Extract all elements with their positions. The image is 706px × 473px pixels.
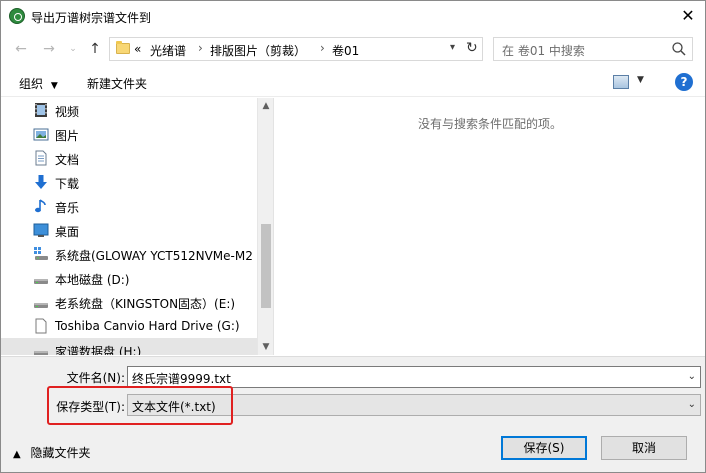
nav-item-documents[interactable]: 文档 [1,146,257,170]
drive-icon [34,303,48,308]
breadcrumb-item[interactable]: 排版图片（剪裁） [210,42,306,59]
nav-item-label: Toshiba Canvio Hard Drive (G:) [55,319,240,333]
chevron-down-icon: ▼ [50,81,58,91]
search-icon[interactable] [670,40,688,58]
address-history-chevron-icon[interactable]: ▾ [450,42,455,53]
save-dialog: 导出万谱树宗谱文件到 ✕ ← → ⌄ ↑ « 光绪谱 › 排版图片（剪裁） › … [0,0,706,473]
video-icon [35,103,47,117]
pictures-icon [33,128,49,141]
close-icon[interactable]: ✕ [673,4,703,28]
file-icon [35,318,47,334]
breadcrumb-overflow[interactable]: « [134,42,141,56]
scroll-up-icon[interactable]: ▲ [258,98,274,114]
title-bar: 导出万谱树宗谱文件到 ✕ [1,1,705,31]
filename-input[interactable]: 终氏宗谱9999.txt ⌄ [127,366,701,388]
address-bar[interactable]: « 光绪谱 › 排版图片（剪裁） › 卷01 ▾ ↻ [109,37,483,61]
filetype-dropdown-chevron-icon[interactable]: ⌄ [688,399,696,410]
nav-item-label: 本地磁盘 (D:) [55,273,130,287]
nav-item-label: 下载 [55,177,80,191]
new-folder-button[interactable]: 新建文件夹 [87,75,147,92]
command-toolbar: 组织 ▼ 新建文件夹 [1,69,705,97]
folder-icon [116,41,130,54]
nav-item-drive-g[interactable]: Toshiba Canvio Hard Drive (G:) [1,314,257,338]
nav-item-label: 老系统盘（KINGSTON固态）(E:) [55,297,236,311]
view-options-icon[interactable] [613,75,629,89]
nav-item-system-drive[interactable]: 系统盘(GLOWAY YCT512NVMe-M2 [1,242,257,266]
nav-item-pictures[interactable]: 图片 [1,122,257,146]
scroll-down-icon[interactable]: ▼ [258,339,274,355]
nav-item-drive-e[interactable]: 老系统盘（KINGSTON固态）(E:) [1,290,257,314]
drive-icon [34,351,48,355]
nav-item-label: 音乐 [55,201,80,215]
nav-item-videos[interactable]: 视频 [1,98,257,122]
nav-item-music[interactable]: 音乐 [1,194,257,218]
forward-arrow-icon[interactable]: → [39,39,59,59]
system-drive-icon [34,247,48,260]
desktop-icon [33,223,49,237]
breadcrumb-separator-icon[interactable]: › [198,41,203,55]
navigation-scrollbar[interactable]: ▲ ▼ [257,98,273,355]
scrollbar-thumb[interactable] [261,224,271,308]
search-placeholder: 在 卷01 中搜索 [502,44,585,58]
nav-item-label: 图片 [55,129,80,143]
up-arrow-icon[interactable]: ↑ [85,39,105,59]
documents-icon [35,150,47,166]
hide-folders-toggle[interactable]: ▲ 隐藏文件夹 [13,444,91,461]
breadcrumb-item[interactable]: 光绪谱 [150,42,186,59]
filename-label: 文件名(N): [66,371,125,385]
filename-value: 终氏宗谱9999.txt [132,372,231,386]
nav-item-label: 文档 [55,153,80,167]
organize-menu[interactable]: 组织 ▼ [19,75,58,92]
app-logo-icon [9,8,25,24]
recent-locations-chevron-icon[interactable]: ⌄ [63,39,83,59]
filename-dropdown-chevron-icon[interactable]: ⌄ [688,371,696,382]
nav-item-label: 系统盘(GLOWAY YCT512NVMe-M2 [55,249,253,263]
save-button[interactable]: 保存(S) [501,436,587,460]
pane-divider[interactable] [273,98,274,355]
organize-label: 组织 [19,77,44,91]
nav-item-label: 家谱数据盘 (H:) [55,345,142,355]
hide-folders-label: 隐藏文件夹 [30,446,91,460]
breadcrumb-separator-icon[interactable]: › [320,41,325,55]
nav-item-label: 视频 [55,105,80,119]
back-arrow-icon[interactable]: ← [11,39,31,59]
nav-item-desktop[interactable]: 桌面 [1,218,257,242]
cancel-button[interactable]: 取消 [601,436,687,460]
nav-item-drive-d[interactable]: 本地磁盘 (D:) [1,266,257,290]
search-input[interactable]: 在 卷01 中搜索 [493,37,693,61]
highlight-annotation-frame [47,386,233,425]
chevron-up-icon: ▲ [13,449,21,460]
window-title: 导出万谱树宗谱文件到 [31,11,152,25]
breadcrumb-item[interactable]: 卷01 [332,42,359,59]
refresh-icon[interactable]: ↻ [466,40,478,56]
help-icon[interactable]: ? [675,73,693,91]
nav-item-label: 桌面 [55,225,80,239]
view-chevron-icon[interactable]: ▼ [637,75,644,85]
empty-results-message: 没有与搜索条件匹配的项。 [417,117,562,131]
music-icon [35,199,46,213]
nav-item-downloads[interactable]: 下载 [1,170,257,194]
navigation-pane: 视频 图片 文档 下载 音乐 桌面 系统盘(GLOWAY YCT512NVMe-… [1,98,257,355]
download-icon [35,175,47,189]
nav-item-drive-h[interactable]: 家谱数据盘 (H:) [1,338,257,355]
drive-icon [34,279,48,284]
